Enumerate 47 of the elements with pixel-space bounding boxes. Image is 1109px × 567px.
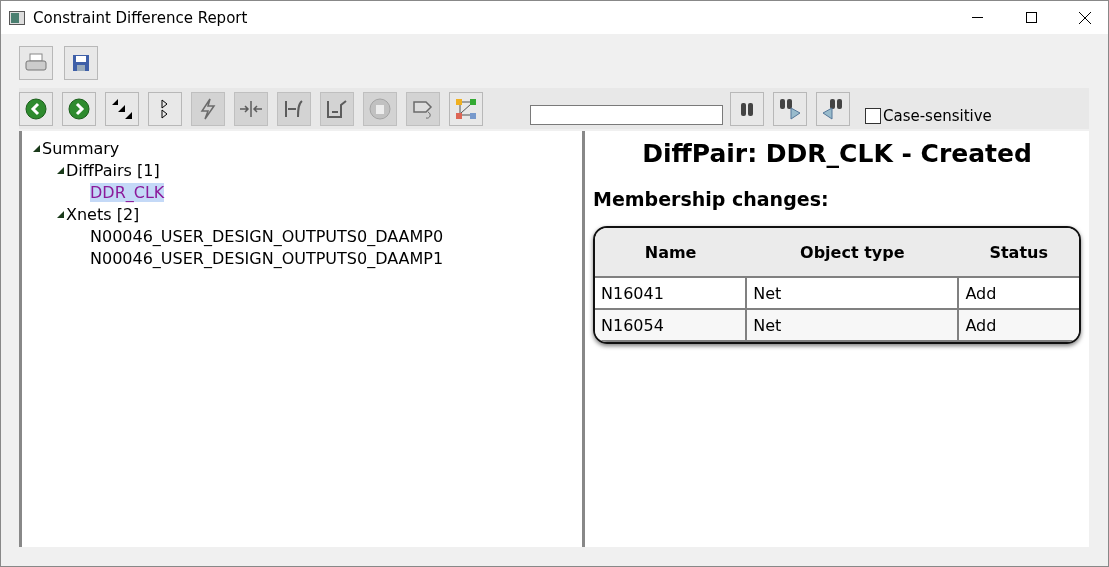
table-cell: Net [746,309,959,341]
binoculars-icon [740,100,754,117]
report-title: DiffPair: DDR_CLK - Created [641,139,1033,168]
window-app-icon [9,10,25,25]
forward-button[interactable] [62,91,96,126]
find-next-button[interactable] [773,91,807,126]
tree-item[interactable]: DiffPairs [1] [66,160,160,180]
close-icon [1079,11,1091,24]
window-title: Constraint Difference Report [33,8,249,27]
binoculars-previous-icon [821,97,845,120]
tree-item[interactable]: N00046_USER_DESIGN_OUTPUTS0_DAAMP0 [90,226,444,246]
table-cell: N16054 [595,309,747,341]
save-button[interactable] [64,46,98,80]
column-header: Name [595,228,747,277]
find-previous-button[interactable] [816,91,850,126]
table-cell: Net [746,277,959,309]
find-button[interactable] [730,91,764,126]
expanded-icon[interactable] [32,143,41,153]
expand-all-button[interactable] [105,91,139,126]
column-header: Object type [746,228,959,277]
table-cell: Add [958,309,1079,341]
expanded-icon[interactable] [56,209,65,219]
tree-item[interactable]: Summary [42,138,120,158]
tree-item[interactable]: N00046_USER_DESIGN_OUTPUTS0_DAAMP1 [90,248,444,268]
table-cell: Add [958,277,1079,309]
back-button[interactable] [19,91,53,126]
printer-icon [25,53,47,73]
print-button[interactable] [19,46,53,80]
table-cell: N16041 [595,277,747,309]
arrows-icon [239,98,263,119]
section-heading: Membership changes: [593,188,830,210]
hierarchy-icon [455,97,477,120]
column-header: Status [958,228,1079,277]
binoculars-next-icon [778,97,802,120]
expanded-icon[interactable] [56,165,65,175]
lightning-icon [200,97,216,120]
checkbox-label: Case-sensitive [883,106,992,125]
toolbar-button[interactable] [449,91,483,126]
tree-item[interactable]: DDR_CLK [90,182,165,202]
tree-item[interactable]: Xnets [2] [66,204,140,224]
collapse-all-button[interactable] [148,91,182,126]
search-field[interactable] [530,104,723,125]
triangles-icon [111,97,133,120]
case-sensitive-checkbox[interactable] [865,107,881,124]
minimize-icon [971,17,983,18]
triangles-icon [161,98,169,119]
maximize-icon [1025,12,1037,23]
